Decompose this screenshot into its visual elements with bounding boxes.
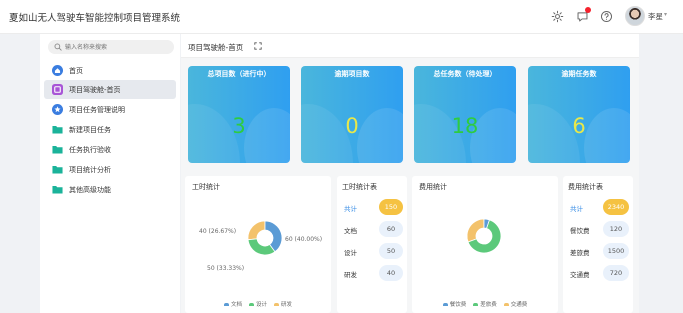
cost-table-panel: 费用统计表 共计 2340 餐饮费 120 差旅费 1500 交通费 720 xyxy=(563,176,633,313)
avatar[interactable] xyxy=(625,6,645,26)
folder-icon xyxy=(52,164,63,175)
pie-label: 60 (40.00%) xyxy=(285,236,322,243)
stat-value: 6 xyxy=(572,114,586,138)
breadcrumb: 项目驾驶舱-首页 xyxy=(188,43,244,52)
pie-label: 40 (26.67%) xyxy=(199,228,236,235)
main-header: 项目驾驶舱-首页 xyxy=(181,34,639,58)
row-value: 120 xyxy=(603,221,629,237)
legend-item[interactable]: 文档 xyxy=(223,300,242,308)
row-label: 餐饮费 xyxy=(570,227,590,235)
sidebar: 首页 项目驾驶舱-首页 项目任务管理说明 新建项目任务 任务执行验收 项目统计分… xyxy=(40,34,180,313)
stat-title: 总任务数（待处理） xyxy=(433,70,497,78)
stat-card-overdue-tasks[interactable]: 逾期任务数 6 xyxy=(528,66,630,163)
row-value: 60 xyxy=(379,221,403,237)
pie-label: 50 (33.33%) xyxy=(207,265,244,272)
legend-item[interactable]: 交通费 xyxy=(503,300,527,308)
panel-title: 工时统计表 xyxy=(342,183,377,191)
sidebar-item-task-acceptance[interactable]: 任务执行验收 xyxy=(44,140,176,159)
table-row: 文档 60 xyxy=(341,221,403,237)
fullscreen-icon[interactable] xyxy=(254,42,262,50)
panel-title: 费用统计表 xyxy=(568,183,603,191)
row-value: 40 xyxy=(379,265,403,281)
task-icon xyxy=(52,104,63,115)
table-row: 交通费 720 xyxy=(567,265,629,281)
legend-item[interactable]: 餐饮费 xyxy=(442,300,466,308)
search-input[interactable] xyxy=(65,40,170,54)
notification-badge xyxy=(585,7,591,13)
hours-chart-panel: 工时统计 40 (26.67%) 60 (40.00%) 50 (33.33%)… xyxy=(185,176,331,313)
dashboard-icon xyxy=(52,84,63,95)
stat-value: 0 xyxy=(345,114,359,138)
table-row: 差旅费 1500 xyxy=(567,243,629,259)
stat-card-active-projects[interactable]: 总项目数（进行中） 3 xyxy=(188,66,290,163)
table-row: 共计 150 xyxy=(341,199,403,215)
search-icon xyxy=(54,43,62,51)
sidebar-item-label: 其他高级功能 xyxy=(69,186,111,194)
folder-icon xyxy=(52,144,63,155)
help-icon[interactable] xyxy=(599,9,613,23)
chart-legend: 文档 设计 研发 xyxy=(185,300,331,308)
legend-item[interactable]: 设计 xyxy=(248,300,267,308)
sidebar-item-label: 项目任务管理说明 xyxy=(69,106,125,114)
chevron-down-icon[interactable]: ▾ xyxy=(664,11,667,18)
sidebar-item-statistics[interactable]: 项目统计分析 xyxy=(44,160,176,179)
stat-value: 18 xyxy=(451,114,479,138)
sidebar-item-label: 项目驾驶舱-首页 xyxy=(69,86,121,94)
row-label: 文档 xyxy=(344,227,357,235)
sidebar-item-dashboard[interactable]: 项目驾驶舱-首页 xyxy=(44,80,176,99)
sidebar-item-label: 新建项目任务 xyxy=(69,126,111,134)
row-label: 差旅费 xyxy=(570,249,590,257)
row-label: 共计 xyxy=(344,205,357,213)
stat-title: 总项目数（进行中） xyxy=(207,70,271,78)
row-value: 2340 xyxy=(603,199,629,215)
row-value: 720 xyxy=(603,265,629,281)
sidebar-item-home[interactable]: 首页 xyxy=(44,61,176,80)
stat-value: 3 xyxy=(232,114,246,138)
home-icon xyxy=(52,65,63,76)
folder-icon xyxy=(52,124,63,135)
notification-icon[interactable] xyxy=(575,7,591,23)
legend-item[interactable]: 研发 xyxy=(274,300,292,308)
table-row: 设计 50 xyxy=(341,243,403,259)
cost-chart-panel: 费用统计 餐饮费 差旅费 交通费 xyxy=(412,176,558,313)
table-row: 研发 40 xyxy=(341,265,403,281)
sidebar-item-label: 项目统计分析 xyxy=(69,166,111,174)
chart-legend: 餐饮费 差旅费 交通费 xyxy=(412,300,558,308)
pie-slice-研发[interactable] xyxy=(247,220,266,241)
gear-icon[interactable] xyxy=(550,9,564,23)
stat-card-overdue-projects[interactable]: 逾期项目数 0 xyxy=(301,66,403,163)
sidebar-item-label: 首页 xyxy=(69,67,83,75)
pie-slice-设计[interactable] xyxy=(247,238,276,256)
sidebar-item-task-guide[interactable]: 项目任务管理说明 xyxy=(44,100,176,119)
top-bar: 夏如山无人驾驶车智能控制项目管理系统 李星 ▾ xyxy=(0,0,683,34)
row-value: 1500 xyxy=(603,243,629,259)
stat-title: 逾期项目数 xyxy=(334,70,370,78)
stat-title: 逾期任务数 xyxy=(561,70,597,78)
app-title: 夏如山无人驾驶车智能控制项目管理系统 xyxy=(9,13,181,24)
row-label: 研发 xyxy=(344,271,357,279)
sidebar-item-advanced[interactable]: 其他高级功能 xyxy=(44,180,176,199)
cost-pie-chart xyxy=(466,218,502,254)
sidebar-item-new-task[interactable]: 新建项目任务 xyxy=(44,120,176,139)
row-label: 设计 xyxy=(344,249,357,257)
row-value: 150 xyxy=(379,199,403,215)
row-label: 共计 xyxy=(570,205,583,213)
pie-slice-交通费[interactable] xyxy=(466,218,485,243)
legend-item[interactable]: 差旅费 xyxy=(473,300,497,308)
hours-pie-chart: 40 (26.67%) 60 (40.00%) 50 (33.33%) xyxy=(199,220,322,272)
table-row: 餐饮费 120 xyxy=(567,221,629,237)
username[interactable]: 李星 xyxy=(648,11,663,22)
folder-icon xyxy=(52,184,63,195)
search-box[interactable] xyxy=(48,40,174,54)
sidebar-item-label: 任务执行验收 xyxy=(69,146,111,154)
stat-card-pending-tasks[interactable]: 总任务数（待处理） 18 xyxy=(414,66,516,163)
table-row: 共计 2340 xyxy=(567,199,629,215)
hours-table-panel: 工时统计表 共计 150 文档 60 设计 50 研发 40 xyxy=(337,176,407,313)
row-value: 50 xyxy=(379,243,403,259)
row-label: 交通费 xyxy=(570,271,590,279)
